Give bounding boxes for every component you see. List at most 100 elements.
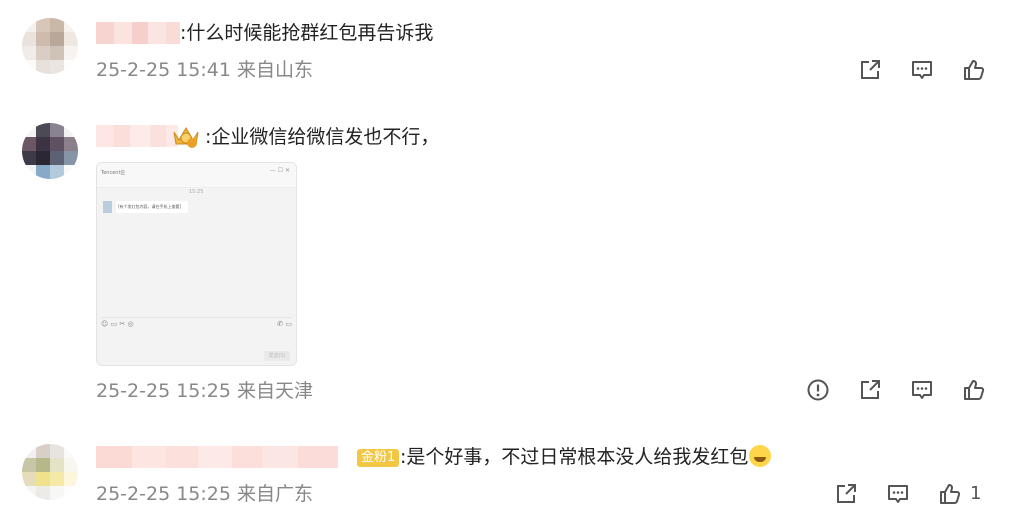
comment-text: :是个好事，不过日常根本没人给我发红包 <box>400 445 772 469</box>
avatar-pixel <box>64 137 78 151</box>
avatar-pixel <box>22 472 36 486</box>
share-button[interactable] <box>834 482 858 506</box>
avatar-pixel <box>64 46 78 60</box>
name-blur-segment <box>96 446 132 468</box>
name-blur-segment <box>262 446 298 468</box>
comment-meta: 25-2-25 15:25 来自天津 <box>96 380 313 402</box>
share-button[interactable] <box>858 58 882 82</box>
comment-button[interactable] <box>910 58 934 82</box>
screenshot-send-button: 发送(S) <box>264 351 290 361</box>
like-icon <box>964 380 985 400</box>
name-blur-segment <box>96 22 114 44</box>
name-blur-segment <box>132 22 148 44</box>
crown-badge-icon <box>173 127 199 148</box>
avatar-pixel <box>36 444 50 458</box>
avatar-pixel <box>50 458 64 472</box>
avatar-pixel <box>64 444 78 458</box>
share-icon <box>861 60 880 79</box>
avatar-pixel <box>22 444 36 458</box>
toolbar-tools-icon: ☺ ▭ ✂ ◎ <box>101 320 134 328</box>
name-blur-segment <box>198 446 232 468</box>
avatar-pixel <box>36 32 50 46</box>
like-button[interactable] <box>962 58 986 82</box>
avatar-pixel <box>64 165 78 179</box>
comment-text: :企业微信给微信发也不行， <box>205 126 440 148</box>
comment-actions <box>806 378 986 402</box>
name-blur-segment <box>166 22 180 44</box>
avatar-pixel <box>64 486 78 500</box>
name-blur-segment <box>166 446 198 468</box>
avatar-pixel <box>36 137 50 151</box>
avatar-pixel <box>50 32 64 46</box>
share-button[interactable] <box>858 378 882 402</box>
screenshot-titlebar: Tencent企 — ☐ ✕ <box>97 163 296 188</box>
comment-actions <box>858 58 986 82</box>
comment-icon <box>888 485 908 503</box>
avatar-pixel <box>36 486 50 500</box>
avatar-pixel <box>64 32 78 46</box>
name-blur-segment <box>114 22 132 44</box>
avatar-pixel <box>50 472 64 486</box>
username-blurred[interactable] <box>96 125 178 147</box>
fan-badge: 金粉1 <box>357 449 400 467</box>
avatar-pixel <box>50 18 64 32</box>
comment-meta: 25-2-25 15:25 来自广东 <box>96 483 313 505</box>
comment-icon <box>912 381 932 399</box>
avatar-pixel <box>64 18 78 32</box>
screenshot-avatar <box>103 201 112 213</box>
avatar-pixel <box>22 123 36 137</box>
comment-meta: 25-2-25 15:41 来自山东 <box>96 59 313 81</box>
name-blur-segment <box>148 22 166 44</box>
avatar-pixel <box>64 458 78 472</box>
avatar-pixel <box>22 151 36 165</box>
avatar-pixel <box>22 32 36 46</box>
comment-text: :什么时候能抢群红包再告诉我 <box>180 22 434 44</box>
avatar-pixel <box>64 472 78 486</box>
avatar-pixel <box>22 137 36 151</box>
like-icon <box>964 60 985 80</box>
avatar-pixel <box>36 151 50 165</box>
comment-actions: 1 <box>834 482 981 506</box>
name-blur-segment <box>114 125 130 147</box>
avatar[interactable] <box>22 123 78 179</box>
window-controls-icon: — ☐ ✕ <box>269 167 290 174</box>
comment-icon <box>912 61 932 79</box>
avatar-pixel <box>36 458 50 472</box>
like-button[interactable] <box>938 482 962 506</box>
avatar[interactable] <box>22 18 78 74</box>
report-button[interactable] <box>806 378 830 402</box>
avatar-pixel <box>22 165 36 179</box>
name-blur-segment <box>298 446 338 468</box>
comment-button[interactable] <box>910 378 934 402</box>
name-blur-segment <box>232 446 262 468</box>
avatar-pixel <box>22 60 36 74</box>
screenshot-toolbar: ☺ ▭ ✂ ◎ ✆ ▭ <box>101 317 292 330</box>
laughing-crying-emoji-icon <box>749 445 772 467</box>
name-blur-segment <box>132 446 166 468</box>
avatar-pixel <box>64 123 78 137</box>
report-icon <box>807 379 829 401</box>
like-count: 1 <box>970 483 982 504</box>
avatar-pixel <box>50 137 64 151</box>
toolbar-call-icon: ✆ ▭ <box>277 320 292 328</box>
like-button[interactable] <box>962 378 986 402</box>
avatar-pixel <box>50 151 64 165</box>
name-blur-segment <box>130 125 150 147</box>
screenshot-time: 15:25 <box>189 189 204 195</box>
avatar-pixel <box>36 123 50 137</box>
username-blurred[interactable] <box>96 22 180 44</box>
avatar-pixel <box>50 60 64 74</box>
name-blur-segment <box>150 125 166 147</box>
avatar-pixel <box>36 165 50 179</box>
username-blurred[interactable] <box>96 446 338 468</box>
avatar[interactable] <box>22 444 78 500</box>
comment-text-body: :是个好事，不过日常根本没人给我发红包 <box>400 446 749 468</box>
name-blur-segment <box>96 125 114 147</box>
avatar-pixel <box>64 60 78 74</box>
avatar-pixel <box>50 165 64 179</box>
comment-image[interactable]: Tencent企 — ☐ ✕ 15:25 [有个发红包内容，请在手机上查看] ☺… <box>96 162 297 366</box>
like-icon <box>940 484 961 504</box>
avatar-pixel <box>50 486 64 500</box>
avatar-pixel <box>22 18 36 32</box>
comment-button[interactable] <box>886 482 910 506</box>
